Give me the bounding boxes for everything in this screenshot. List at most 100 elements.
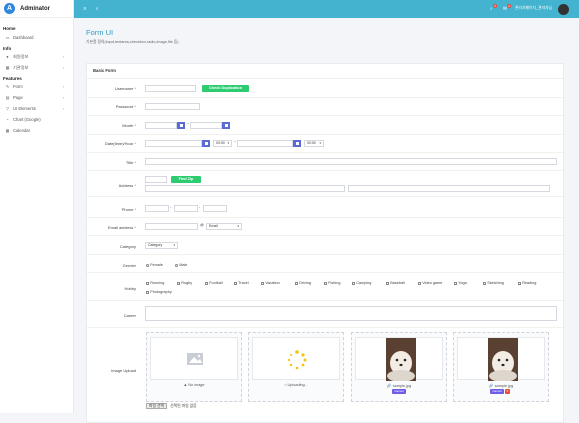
calendar-icon[interactable] bbox=[293, 140, 301, 147]
email-domain-select[interactable]: Email ▾ bbox=[206, 223, 242, 230]
checkbox-reading[interactable]: Reading bbox=[518, 281, 536, 285]
logo[interactable]: A Adminator bbox=[0, 0, 73, 18]
checkbox-vacation[interactable]: Vacation bbox=[261, 281, 280, 285]
file-name: 🔗 sample.jpg bbox=[488, 384, 514, 388]
chevron-right-icon: › bbox=[62, 54, 64, 59]
bell-icon[interactable]: ♪ 3 bbox=[488, 4, 497, 12]
sidebar-item-chart[interactable]: ◔ Chart (Google) bbox=[0, 114, 73, 125]
month-start-input[interactable] bbox=[145, 122, 177, 129]
upload-slot-uploading[interactable]: ○ Uploading... bbox=[248, 332, 344, 402]
cancel-tag[interactable]: Cancel bbox=[392, 389, 406, 394]
radio-female[interactable]: Female bbox=[146, 263, 163, 267]
address-detail-input[interactable] bbox=[348, 185, 550, 192]
divider bbox=[87, 78, 563, 79]
chevron-right-icon: › bbox=[62, 106, 64, 111]
password-label: Password * bbox=[115, 104, 136, 109]
cancel-tag[interactable]: Cancel bbox=[490, 389, 504, 394]
sidebar-item-page[interactable]: ▤ Page › bbox=[0, 92, 73, 103]
radio-male[interactable]: Male bbox=[175, 263, 187, 267]
username-label: Username * bbox=[114, 86, 136, 91]
category-select[interactable]: Category ▾ bbox=[145, 242, 178, 249]
upload-caption: ▲ No image bbox=[183, 383, 205, 387]
checkbox-travel[interactable]: Travel bbox=[234, 281, 249, 285]
phone-part3-input[interactable] bbox=[203, 205, 227, 212]
divider bbox=[87, 327, 563, 328]
phone-label: Phone * bbox=[121, 207, 136, 212]
divider bbox=[87, 300, 563, 301]
loading-spinner bbox=[252, 337, 340, 380]
date-start-input[interactable] bbox=[145, 140, 202, 147]
card-title: Basic Form bbox=[93, 68, 116, 73]
hour-start-select[interactable]: 00:00 ▾ bbox=[213, 140, 232, 147]
sidebar-item-ui-elements[interactable]: ▽ UI Elements › bbox=[0, 103, 73, 114]
calendar-icon[interactable] bbox=[177, 122, 185, 129]
checkbox-camping[interactable]: Camping bbox=[352, 281, 371, 285]
user-name[interactable]: 관리자페이지_관리자님 bbox=[515, 6, 552, 11]
file-name: 🔗 sample.jpg bbox=[386, 384, 412, 388]
career-label: Career bbox=[123, 313, 136, 318]
calendar-icon: ▦ bbox=[5, 128, 10, 133]
divider bbox=[87, 170, 563, 171]
upload-slot-image-2[interactable]: 🔗 sample.jpg Cancel ✕ bbox=[453, 332, 549, 402]
calendar-icon[interactable] bbox=[222, 122, 230, 129]
checkbox-football[interactable]: Football bbox=[205, 281, 223, 285]
spinner-icon bbox=[287, 350, 307, 370]
email-id-input[interactable] bbox=[145, 223, 198, 230]
calendar-icon[interactable] bbox=[202, 140, 210, 147]
user-icon: ● bbox=[6, 54, 9, 59]
file-select-button[interactable]: 파일 선택 bbox=[146, 403, 168, 409]
month-label: Month * bbox=[122, 123, 136, 128]
file-input[interactable]: 파일 선택 선택된 파일 없음 bbox=[146, 403, 197, 409]
topbar: ≡ ⌕ ♪ 3 ✉ 2 관리자페이지_관리자님 bbox=[74, 0, 579, 18]
checkbox-sketching[interactable]: Sketching bbox=[483, 281, 504, 285]
sidebar-item-calendar[interactable]: ▦ Calendar bbox=[0, 125, 73, 136]
zip-input[interactable] bbox=[145, 176, 167, 183]
sidebar-item-org[interactable]: ▦ 기관정보 › bbox=[0, 62, 73, 73]
checkbox-yoga[interactable]: Yoga bbox=[454, 281, 467, 285]
delete-icon[interactable]: ✕ bbox=[505, 389, 510, 394]
checkbox-fishing[interactable]: Fishing bbox=[324, 281, 340, 285]
phone-part1-input[interactable] bbox=[145, 205, 169, 212]
checkbox-baseball[interactable]: Baseball bbox=[386, 281, 405, 285]
chevron-down-icon: ▾ bbox=[173, 243, 175, 247]
checkbox-rugby[interactable]: Rugby bbox=[177, 281, 192, 285]
career-textarea[interactable] bbox=[145, 306, 557, 321]
checkbox-video-game[interactable]: Video game bbox=[418, 281, 442, 285]
datetime-label: Date(time)/Hour * bbox=[104, 141, 136, 146]
hour-end-select[interactable]: 00:00 ▾ bbox=[304, 140, 324, 147]
mail-icon[interactable]: ✉ 2 bbox=[502, 4, 511, 12]
sidebar-item-member[interactable]: ● 회원정보 › bbox=[0, 51, 73, 62]
sidebar-item-form[interactable]: ✎ Form › bbox=[0, 81, 73, 92]
divider bbox=[87, 152, 563, 153]
edit-icon: ✎ bbox=[5, 84, 10, 89]
divider bbox=[87, 97, 563, 98]
check-duplication-button[interactable]: Check Duplication bbox=[202, 85, 249, 92]
username-input[interactable] bbox=[145, 85, 196, 92]
sidebar-item-dashboard[interactable]: ▭ Dashboard bbox=[0, 32, 73, 43]
checkbox-driving[interactable]: Driving bbox=[295, 281, 311, 285]
checkbox-running[interactable]: Running bbox=[146, 281, 164, 285]
image-upload-label: Image Upload bbox=[111, 368, 136, 373]
month-end-input[interactable] bbox=[190, 122, 222, 129]
menu-section-home: Home bbox=[3, 26, 16, 31]
avatar[interactable] bbox=[558, 4, 569, 15]
chevron-down-icon: ▾ bbox=[319, 141, 321, 145]
title-input[interactable] bbox=[145, 158, 557, 165]
find-zip-button[interactable]: Find Zip bbox=[171, 176, 201, 183]
category-label: Category bbox=[119, 244, 136, 249]
password-input[interactable] bbox=[145, 103, 200, 110]
email-at: @ bbox=[200, 223, 204, 227]
checkbox-photography[interactable]: Photography bbox=[146, 290, 172, 294]
monitor-icon: ▭ bbox=[5, 35, 10, 40]
logo-icon: A bbox=[4, 3, 15, 14]
chevron-down-icon: ▾ bbox=[227, 141, 229, 145]
search-icon[interactable]: ⌕ bbox=[94, 6, 100, 12]
menu-toggle-icon[interactable]: ≡ bbox=[82, 6, 88, 12]
image-placeholder bbox=[150, 337, 238, 380]
upload-slot-image-1[interactable]: 🔗 sample.jpg Cancel bbox=[351, 332, 447, 402]
date-end-input[interactable] bbox=[237, 140, 293, 147]
phone-part2-input[interactable] bbox=[174, 205, 198, 212]
address-input[interactable] bbox=[145, 185, 345, 192]
upload-slot-empty[interactable]: ▲ No image bbox=[146, 332, 242, 402]
upload-caption: ○ Uploading... bbox=[284, 383, 308, 387]
